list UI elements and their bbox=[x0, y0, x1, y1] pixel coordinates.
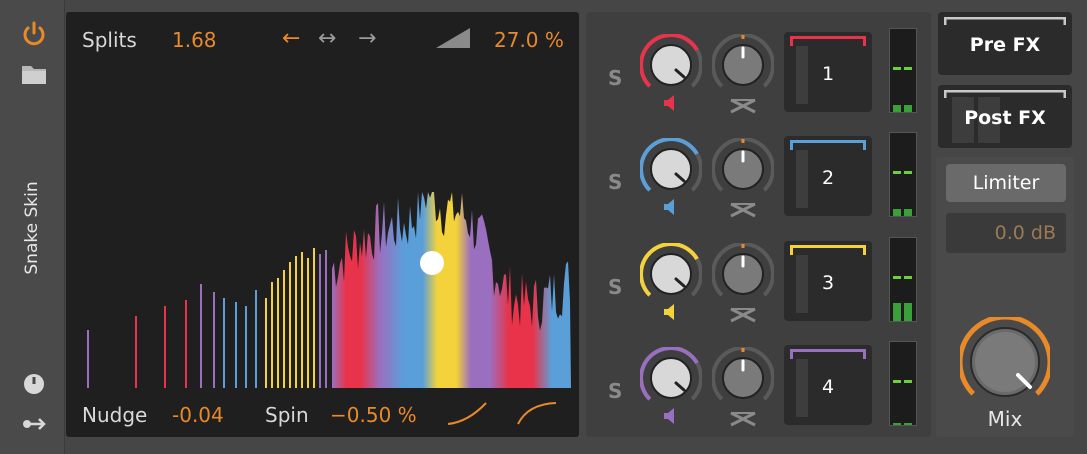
meter-peak-tick bbox=[893, 67, 901, 70]
band-level-meter bbox=[889, 132, 917, 217]
band-gain-knob[interactable] bbox=[640, 138, 702, 200]
clock-icon[interactable] bbox=[20, 370, 48, 398]
band-level-meter bbox=[889, 237, 917, 322]
pre-fx-label: Pre FX bbox=[969, 34, 1041, 56]
pre-fx-button[interactable]: Pre FX bbox=[938, 12, 1072, 75]
nudge-label: Nudge bbox=[82, 403, 148, 427]
band-section: S 1 S 2 S 3 S 4 bbox=[586, 12, 931, 437]
band-bracket bbox=[790, 36, 866, 46]
meter-fill bbox=[893, 303, 901, 321]
band-gain-knob[interactable] bbox=[640, 243, 702, 305]
meter-fill bbox=[904, 209, 912, 216]
band-number: 3 bbox=[821, 272, 835, 294]
solo-button[interactable]: S bbox=[608, 275, 622, 299]
band-bracket bbox=[790, 349, 866, 359]
post-fx-button[interactable]: Post FX bbox=[938, 85, 1072, 148]
meter-peak-tick bbox=[893, 380, 901, 383]
phase-invert-icon[interactable] bbox=[729, 307, 757, 323]
solo-button[interactable]: S bbox=[608, 170, 622, 194]
band-select-button[interactable]: 1 bbox=[784, 32, 872, 112]
meter-peak-tick bbox=[893, 171, 901, 174]
spectrum-display: Splits 1.68 ← ↔ → 27.0 % Nudge -0.04 Spi… bbox=[66, 12, 579, 437]
speaker-icon[interactable] bbox=[662, 407, 680, 425]
speaker-icon[interactable] bbox=[662, 303, 680, 321]
band-number: 4 bbox=[821, 376, 835, 398]
phase-invert-icon[interactable] bbox=[729, 98, 757, 114]
limiter-gain-value: 0.0 dB bbox=[994, 222, 1056, 244]
band-number: 2 bbox=[821, 167, 835, 189]
routing-icon[interactable] bbox=[20, 410, 48, 438]
meter-fill bbox=[904, 303, 912, 321]
band-bracket bbox=[790, 245, 866, 255]
solo-button[interactable]: S bbox=[608, 66, 622, 90]
band-pan-knob[interactable] bbox=[712, 138, 774, 200]
speaker-icon[interactable] bbox=[662, 198, 680, 216]
band-bracket bbox=[790, 140, 866, 150]
meter-peak-tick bbox=[904, 67, 912, 70]
band-select-button[interactable]: 3 bbox=[784, 241, 872, 321]
device-panel: Snake Skin Splits 1.68 ← ↔ → 27.0 % Nudg… bbox=[0, 0, 1087, 454]
curve-out-icon[interactable] bbox=[516, 400, 558, 426]
meter-fill bbox=[904, 423, 912, 425]
limiter-gain-field[interactable]: 0.0 dB bbox=[946, 213, 1066, 253]
band-gain-knob[interactable] bbox=[640, 34, 702, 96]
spectrum-handle[interactable] bbox=[420, 251, 444, 275]
spin-label: Spin bbox=[265, 403, 309, 427]
band-number: 1 bbox=[821, 63, 835, 85]
mix-knob[interactable] bbox=[960, 317, 1050, 407]
curve-in-icon[interactable] bbox=[446, 400, 488, 426]
band-select-button[interactable]: 2 bbox=[784, 136, 872, 216]
folder-icon[interactable] bbox=[20, 60, 48, 88]
band-level-meter bbox=[889, 28, 917, 113]
band-pan-knob[interactable] bbox=[712, 243, 774, 305]
phase-invert-icon[interactable] bbox=[729, 202, 757, 218]
power-icon[interactable] bbox=[20, 20, 48, 48]
nudge-value[interactable]: -0.04 bbox=[172, 403, 224, 427]
mix-label: Mix bbox=[987, 407, 1023, 431]
post-fx-label: Post FX bbox=[964, 107, 1046, 129]
band-level-meter bbox=[889, 341, 917, 426]
meter-peak-tick bbox=[893, 276, 901, 279]
meter-peak-tick bbox=[904, 171, 912, 174]
meter-peak-tick bbox=[904, 276, 912, 279]
solo-button[interactable]: S bbox=[608, 379, 622, 403]
meter-fill bbox=[893, 105, 901, 112]
output-section: Pre FX Post FX Limiter 0.0 dB Mix bbox=[936, 12, 1074, 437]
meter-fill bbox=[893, 209, 901, 216]
band-pan-knob[interactable] bbox=[712, 347, 774, 409]
band-gain-knob[interactable] bbox=[640, 347, 702, 409]
phase-invert-icon[interactable] bbox=[729, 411, 757, 427]
spectrum-area bbox=[332, 192, 571, 388]
device-name: Snake Skin bbox=[22, 181, 42, 275]
band-select-button[interactable]: 4 bbox=[784, 345, 872, 425]
pre-fx-bracket bbox=[944, 17, 1066, 25]
band-pan-knob[interactable] bbox=[712, 34, 774, 96]
meter-peak-tick bbox=[904, 380, 912, 383]
spin-value[interactable]: −0.50 % bbox=[330, 403, 417, 427]
spectrum-graph[interactable] bbox=[66, 12, 579, 437]
limiter-panel: Limiter 0.0 dB Mix bbox=[936, 157, 1074, 437]
meter-fill bbox=[893, 423, 901, 425]
limiter-button[interactable]: Limiter bbox=[946, 164, 1066, 202]
device-header-strip: Snake Skin bbox=[0, 0, 65, 454]
speaker-icon[interactable] bbox=[662, 94, 680, 112]
meter-fill bbox=[904, 105, 912, 112]
